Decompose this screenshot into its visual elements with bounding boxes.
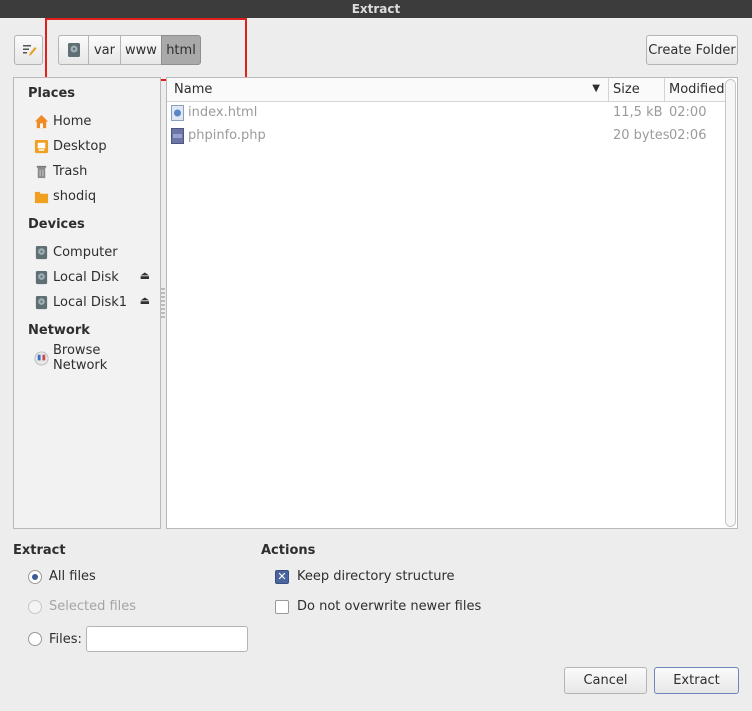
php-file-icon <box>171 128 184 144</box>
keep-structure-label[interactable]: Keep directory structure <box>297 569 455 584</box>
create-folder-button[interactable]: Create Folder <box>646 35 738 65</box>
sidebar-item-computer[interactable]: Computer <box>34 241 154 263</box>
places-heading: Places <box>28 86 76 101</box>
table-row[interactable]: index.html 11,5 kB 02:00 <box>167 102 722 124</box>
sidebar-item-label: Local Disk1 <box>53 294 128 310</box>
sidebar-item-label: shodiq <box>53 188 97 204</box>
edit-location-icon <box>22 45 36 56</box>
sidebar-item-label: Computer <box>53 244 118 260</box>
extract-heading: Extract <box>13 543 66 558</box>
html-file-icon <box>171 105 184 121</box>
network-icon <box>34 350 49 366</box>
extract-dialog: var www html Create Folder Places Home D… <box>0 18 752 711</box>
extract-button[interactable]: Extract <box>654 667 739 694</box>
all-files-label[interactable]: All files <box>49 569 96 584</box>
files-pattern-input[interactable] <box>86 626 248 652</box>
pane-resize-handle[interactable] <box>161 288 165 318</box>
path-highlight-box <box>45 18 247 81</box>
file-modified: 02:06 <box>669 128 707 143</box>
sidebar-item-shodiq[interactable]: shodiq <box>34 185 154 207</box>
column-header-modified[interactable]: Modified <box>665 78 725 102</box>
column-header-size[interactable]: Size <box>609 78 665 102</box>
harddisk-icon <box>35 270 48 284</box>
sidebar-item-label: Home <box>53 113 92 129</box>
sidebar-item-browse-network[interactable]: Browse Network <box>34 343 154 373</box>
file-size: 20 bytes <box>613 128 670 143</box>
table-row[interactable]: phpinfo.php 20 bytes 02:06 <box>167 125 722 147</box>
network-heading: Network <box>28 323 90 338</box>
file-modified: 02:00 <box>669 105 707 120</box>
column-size-label: Size <box>613 82 640 97</box>
sidebar-item-desktop[interactable]: Desktop <box>34 135 154 157</box>
sidebar-item-local-disk[interactable]: Local Disk <box>34 266 154 288</box>
location-toggle-button[interactable] <box>14 35 43 65</box>
sidebar-item-home[interactable]: Home <box>34 110 154 132</box>
file-list-scrollbar[interactable] <box>725 79 736 527</box>
places-sidebar: Places Home Desktop Trash shodiq Devices… <box>13 77 161 529</box>
home-icon <box>34 114 49 128</box>
cancel-button[interactable]: Cancel <box>564 667 647 694</box>
trash-icon <box>36 165 47 178</box>
sidebar-item-label: Local Disk <box>53 269 119 285</box>
all-files-radio[interactable] <box>28 570 42 584</box>
files-label[interactable]: Files: <box>49 632 82 647</box>
selected-files-radio <box>28 600 42 614</box>
sidebar-item-label: Browse Network <box>53 343 108 373</box>
sidebar-item-label: Desktop <box>53 138 107 154</box>
column-modified-label: Modified <box>669 82 725 97</box>
no-overwrite-label[interactable]: Do not overwrite newer files <box>297 599 481 614</box>
sidebar-item-local-disk1[interactable]: Local Disk1 <box>34 291 154 313</box>
file-name: phpinfo.php <box>188 128 266 143</box>
window-title: Extract <box>0 0 752 18</box>
file-list: Name ▼ Size Modified index.html 11,5 kB … <box>166 77 738 529</box>
actions-heading: Actions <box>261 543 316 558</box>
column-name-label: Name <box>174 82 213 97</box>
column-header-name[interactable]: Name ▼ <box>167 78 609 102</box>
selected-files-label: Selected files <box>49 599 137 614</box>
no-overwrite-checkbox[interactable] <box>275 600 289 614</box>
sidebar-item-label: Trash <box>53 163 88 179</box>
sidebar-item-trash[interactable]: Trash <box>34 160 154 182</box>
keep-structure-checkbox[interactable]: ✕ <box>275 570 289 584</box>
eject-icon[interactable]: ⏏ <box>140 294 150 307</box>
eject-icon[interactable]: ⏏ <box>140 269 150 282</box>
desktop-icon <box>34 139 49 153</box>
folder-icon <box>34 191 49 203</box>
devices-heading: Devices <box>28 217 85 232</box>
files-radio[interactable] <box>28 632 42 646</box>
file-name: index.html <box>188 105 258 120</box>
harddisk-icon <box>35 295 48 309</box>
harddisk-icon <box>35 245 48 259</box>
sort-down-icon: ▼ <box>592 83 600 94</box>
file-size: 11,5 kB <box>613 105 663 120</box>
